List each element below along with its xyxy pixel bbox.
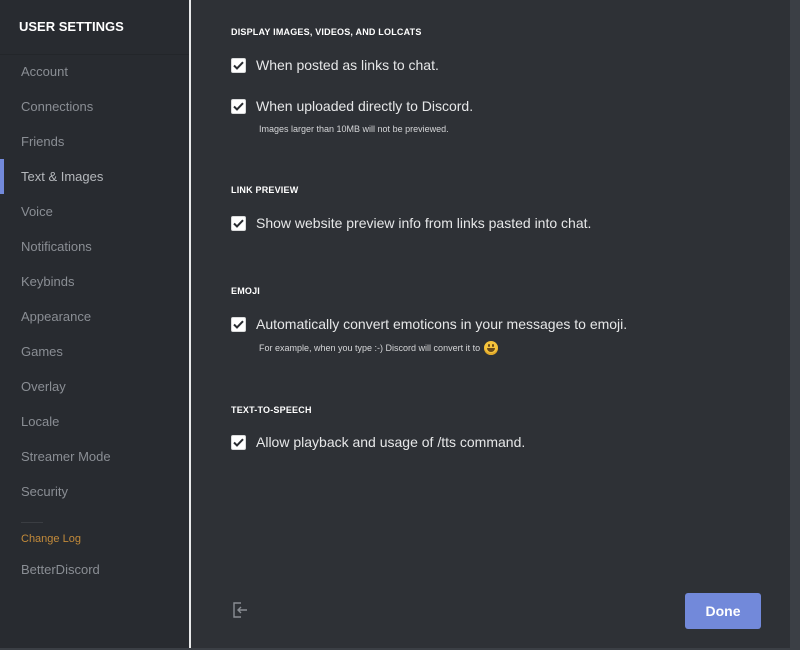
logout-icon[interactable] [231, 601, 249, 619]
sidebar-item-keybinds[interactable]: Keybinds [0, 264, 189, 299]
checkbox-tts[interactable] [231, 434, 246, 450]
checkmark-icon [233, 219, 244, 228]
sidebar-item-changelog[interactable]: Change Log [0, 523, 189, 555]
checkmark-icon [233, 61, 244, 70]
sidebar-item-betterdiscord[interactable]: BetterDiscord [0, 555, 189, 587]
checkbox-uploaded-to-discord[interactable] [231, 98, 246, 114]
settings-nav: Account Connections Friends Text & Image… [0, 54, 189, 587]
uploads-note: Images larger than 10MB will not be prev… [259, 124, 449, 134]
option-label: Automatically convert emoticons in your … [256, 316, 628, 332]
sidebar-item-overlay[interactable]: Overlay [0, 369, 189, 404]
sidebar-item-appearance[interactable]: Appearance [0, 299, 189, 334]
option-link-preview[interactable]: Show website preview info from links pas… [231, 213, 591, 233]
smiley-emoji-icon [484, 341, 499, 355]
sidebar-item-streamer-mode[interactable]: Streamer Mode [0, 439, 189, 474]
sidebar-item-notifications[interactable]: Notifications [0, 229, 189, 264]
settings-sidebar: USER SETTINGS Account Connections Friend… [0, 0, 191, 648]
sidebar-item-friends[interactable]: Friends [0, 124, 189, 159]
section-title-link-preview: LINK PREVIEW [231, 185, 299, 195]
sidebar-header: USER SETTINGS [0, 0, 189, 55]
checkbox-link-preview[interactable] [231, 215, 246, 231]
checkmark-icon [233, 320, 244, 329]
sidebar-item-voice[interactable]: Voice [0, 194, 189, 229]
checkmark-icon [233, 438, 244, 447]
option-tts[interactable]: Allow playback and usage of /tts command… [231, 432, 525, 452]
option-uploaded-to-discord[interactable]: When uploaded directly to Discord. [231, 96, 473, 116]
option-label: Show website preview info from links pas… [256, 215, 592, 231]
sidebar-item-account[interactable]: Account [0, 54, 189, 89]
sidebar-item-text-images[interactable]: Text & Images [0, 159, 189, 194]
option-label: When uploaded directly to Discord. [256, 98, 474, 114]
sidebar-item-games[interactable]: Games [0, 334, 189, 369]
sidebar-item-security[interactable]: Security [0, 474, 189, 509]
checkbox-convert-emoticons[interactable] [231, 316, 246, 332]
option-label: When posted as links to chat. [256, 57, 439, 73]
done-button[interactable]: Done [685, 593, 761, 629]
emoji-note: For example, when you type :-) Discord w… [259, 341, 499, 355]
settings-content: DISPLAY IMAGES, VIDEOS, AND LOLCATS When… [191, 0, 790, 648]
section-title-tts: TEXT-TO-SPEECH [231, 405, 312, 415]
emoji-note-text: For example, when you type :-) Discord w… [259, 343, 481, 353]
sidebar-title: USER SETTINGS [19, 19, 124, 34]
settings-window: USER SETTINGS Account Connections Friend… [0, 0, 790, 648]
section-title-emoji: EMOJI [231, 286, 261, 296]
checkmark-icon [233, 102, 244, 111]
option-links-to-chat[interactable]: When posted as links to chat. [231, 55, 439, 75]
checkbox-links-to-chat[interactable] [231, 57, 246, 73]
sidebar-item-connections[interactable]: Connections [0, 89, 189, 124]
option-label: Allow playback and usage of /tts command… [256, 434, 526, 450]
option-convert-emoticons[interactable]: Automatically convert emoticons in your … [231, 314, 627, 334]
sidebar-item-locale[interactable]: Locale [0, 404, 189, 439]
section-title-display: DISPLAY IMAGES, VIDEOS, AND LOLCATS [231, 27, 422, 37]
